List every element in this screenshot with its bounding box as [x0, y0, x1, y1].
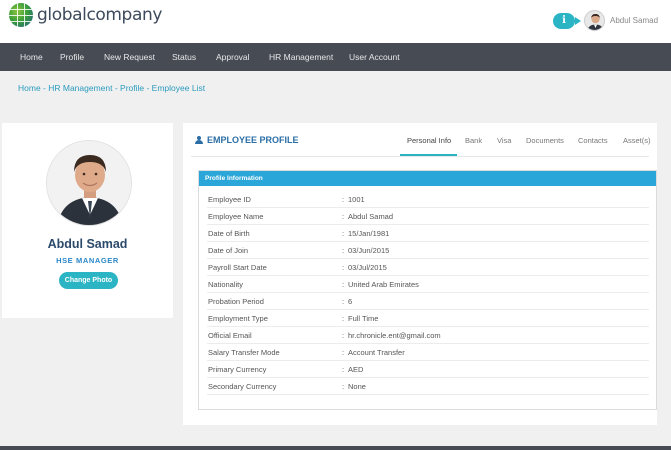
field-label: Secondary Currency	[208, 382, 277, 391]
nav-hr-management[interactable]: HR Management	[269, 43, 333, 71]
user-icon	[195, 136, 203, 144]
field-separator: :	[342, 297, 345, 306]
field-value: United Arab Emirates	[348, 280, 419, 289]
employee-profile-title-text: EMPLOYEE PROFILE	[207, 135, 299, 145]
field-separator: :	[342, 365, 345, 374]
profile-information-panel: Profile Information Employee ID:1001 Empl…	[198, 170, 657, 410]
table-row: Employee ID:1001	[207, 191, 649, 208]
info-icon[interactable]: i	[553, 13, 581, 29]
change-photo-button[interactable]: Change Photo	[59, 272, 118, 289]
logo-text: globalcompany	[37, 5, 162, 25]
field-value: 15/Jan/1981	[348, 229, 390, 238]
nav-approval[interactable]: Approval	[216, 43, 250, 71]
avatar[interactable]	[584, 10, 605, 31]
table-row: Official Email: hr.chronicle.ent@gmail.co…	[207, 327, 649, 344]
breadcrumb[interactable]: Home - HR Management - Profile - Employe…	[18, 83, 205, 93]
field-value: 6	[348, 297, 353, 306]
profile-role: HSE MANAGER	[56, 256, 119, 265]
table-row: Salary Transfer Mode: Account Transfer	[207, 344, 649, 361]
username[interactable]: Abdul Samad	[610, 16, 658, 25]
field-value: 1001	[348, 195, 365, 204]
field-label: Nationality	[208, 280, 244, 289]
tab-divider	[191, 156, 649, 157]
employee-profile-card: EMPLOYEE PROFILE Personal Info Bank Visa…	[183, 123, 657, 425]
table-row: Nationality: United Arab Emirates	[207, 276, 649, 293]
nav-status[interactable]: Status	[172, 43, 196, 71]
field-value: Account Transfer	[348, 348, 405, 357]
field-separator: :	[342, 212, 345, 221]
field-label: Employee ID	[208, 195, 251, 204]
field-separator: :	[342, 280, 345, 289]
active-tab-indicator	[400, 154, 457, 156]
field-label: Employment Type	[208, 314, 268, 323]
panel-title: Profile Information	[199, 171, 656, 186]
field-label: Payroll Start Date	[208, 263, 267, 272]
field-separator: :	[342, 246, 345, 255]
top-bar: globalcompany i Abdul Samad	[0, 0, 671, 43]
employee-profile-title: EMPLOYEE PROFILE	[195, 135, 299, 145]
field-separator: :	[342, 195, 345, 204]
tab-bank[interactable]: Bank	[465, 136, 482, 145]
field-separator: :	[342, 348, 345, 357]
field-label: Primary Currency	[208, 365, 267, 374]
field-label: Date of Join	[208, 246, 249, 255]
table-row: Employee Name: Abdul Samad	[207, 208, 649, 225]
field-value: Abdul Samad	[348, 212, 394, 221]
nav-home[interactable]: Home	[20, 43, 43, 71]
tab-visa[interactable]: Visa	[497, 136, 511, 145]
footer-bar	[0, 446, 671, 450]
field-value: 03/Jul/2015	[348, 263, 387, 272]
field-label: Salary Transfer Mode	[208, 348, 280, 357]
field-separator: :	[342, 229, 345, 238]
globe-icon	[9, 3, 33, 27]
field-separator: :	[342, 314, 345, 323]
field-value: AED	[348, 365, 364, 374]
table-row: Probation Period:6	[207, 293, 649, 310]
nav-new-request[interactable]: New Request	[104, 43, 155, 71]
profile-name: Abdul Samad	[47, 237, 128, 251]
field-separator: :	[342, 263, 345, 272]
field-value: None	[348, 382, 366, 391]
company-logo[interactable]: globalcompany	[9, 3, 162, 27]
nav-profile[interactable]: Profile	[60, 43, 84, 71]
nav-user-account[interactable]: User Account	[349, 43, 400, 71]
field-value: hr.chronicle.ent@gmail.com	[348, 331, 441, 340]
table-row: Date of Birth:15/Jan/1981	[207, 225, 649, 242]
field-value: Full Time	[348, 314, 379, 323]
tab-assets[interactable]: Asset(s)	[623, 136, 651, 145]
profile-card: Abdul Samad HSE MANAGER Change Photo	[2, 123, 173, 318]
field-separator: :	[342, 331, 345, 340]
field-label: Probation Period	[208, 297, 264, 306]
field-label: Official Email	[208, 331, 252, 340]
table-row: Payroll Start Date:03/Jul/2015	[207, 259, 649, 276]
profile-photo	[46, 140, 132, 226]
tab-contacts[interactable]: Contacts	[578, 136, 608, 145]
field-separator: :	[342, 382, 345, 391]
table-row: Primary Currency: AED	[207, 361, 649, 378]
field-label: Employee Name	[208, 212, 264, 221]
tab-personal-info[interactable]: Personal Info	[407, 136, 451, 145]
main-nav: Home Profile New Request Status Approval…	[0, 43, 671, 71]
tab-documents[interactable]: Documents	[526, 136, 564, 145]
table-row: Secondary Currency: None	[207, 378, 649, 395]
field-value: 03/Jun/2015	[348, 246, 390, 255]
table-row: Date of Join:03/Jun/2015	[207, 242, 649, 259]
field-label: Date of Birth	[208, 229, 250, 238]
table-row: Employment Type: Full Time	[207, 310, 649, 327]
